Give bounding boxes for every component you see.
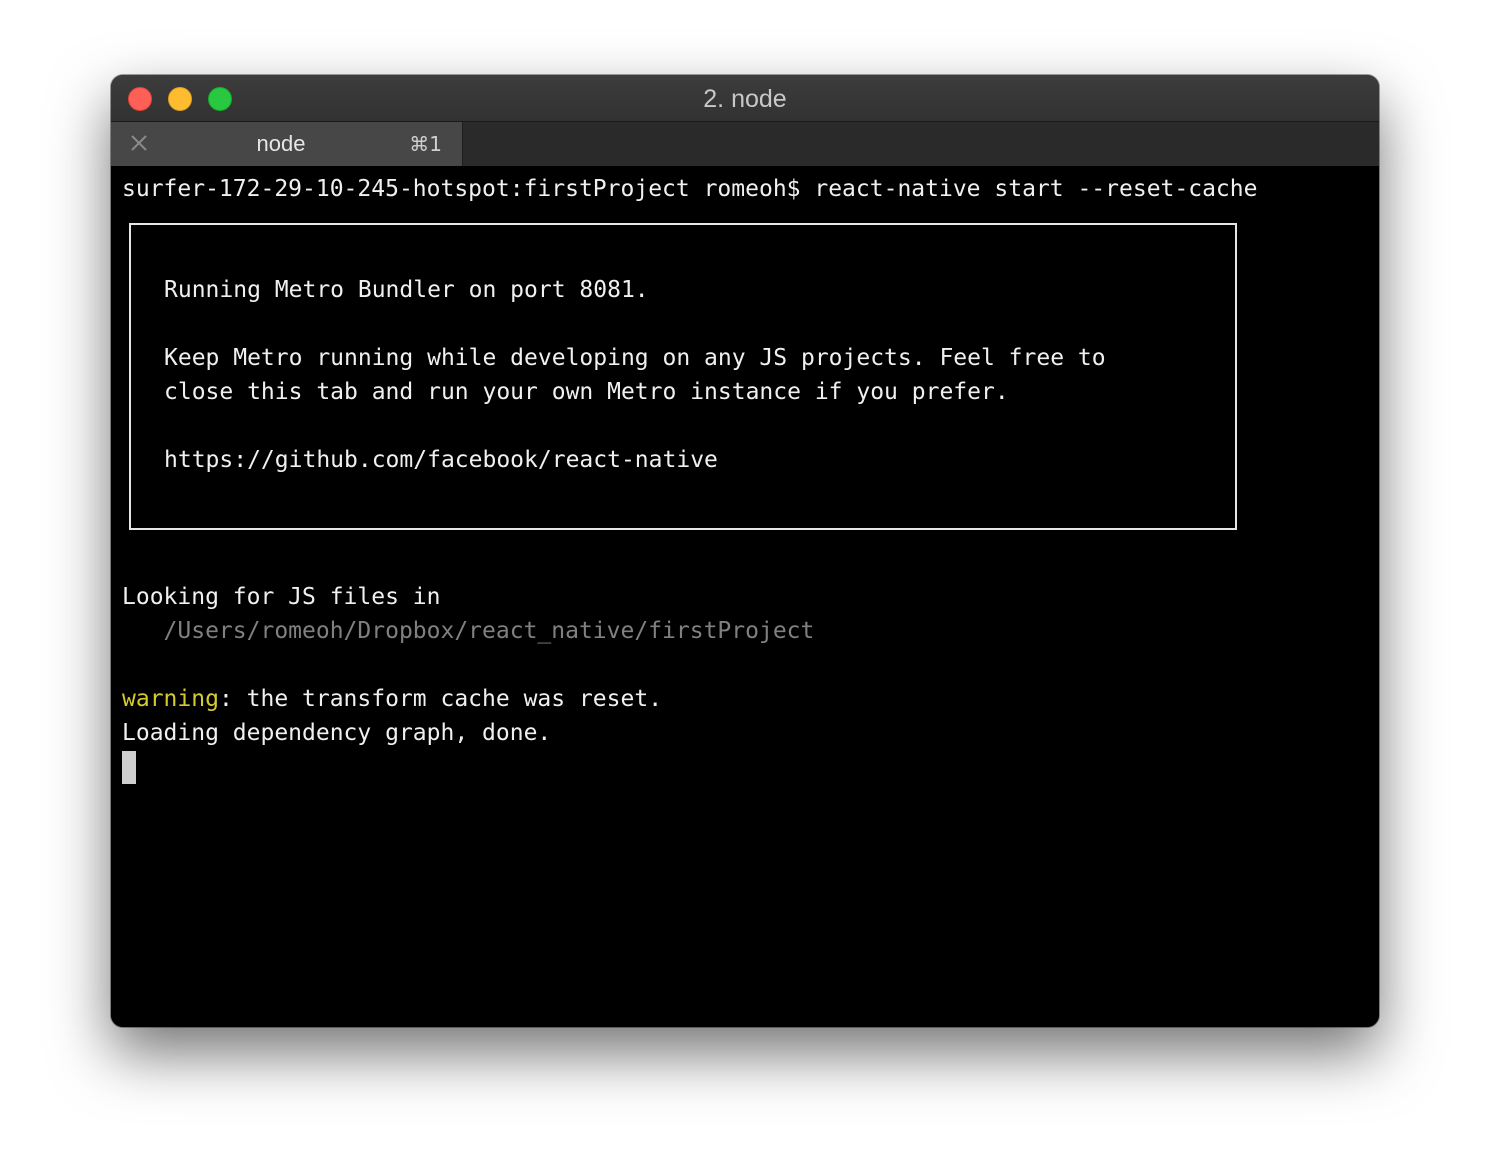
window-title: 2. node — [703, 85, 787, 113]
terminal-cursor — [122, 751, 136, 784]
loading-line: Loading dependency graph, done. — [122, 720, 552, 746]
tab-label: node — [256, 131, 306, 156]
tab-shortcut: ⌘1 — [409, 132, 442, 156]
tab-bar: node ⌘1 — [111, 121, 1379, 166]
prompt-line: surfer-172-29-10-245-hotspot:firstProjec… — [122, 176, 1258, 202]
terminal-output[interactable]: surfer-172-29-10-245-hotspot:firstProjec… — [111, 166, 1379, 1027]
warning-message: : the transform cache was reset. — [218, 686, 663, 712]
tab-node[interactable]: node ⌘1 — [111, 122, 463, 166]
metro-keep-running-line: Keep Metro running while developing on a… — [164, 345, 1106, 371]
metro-port-line: Running Metro Bundler on port 8081. — [164, 277, 649, 303]
warning-keyword: warning — [122, 686, 219, 712]
warning-line: warning: the transform cache was reset. — [122, 682, 662, 716]
looking-for-files-line: Looking for JS files in — [122, 584, 441, 610]
close-window-button[interactable] — [128, 87, 152, 111]
title-bar[interactable]: 2. node — [111, 75, 1379, 121]
project-path-line: /Users/romeoh/Dropbox/react_native/first… — [122, 618, 815, 644]
metro-url-line: https://github.com/facebook/react-native — [164, 447, 718, 473]
metro-info-box: Running Metro Bundler on port 8081. Keep… — [129, 223, 1237, 530]
zoom-window-button[interactable] — [208, 87, 232, 111]
minimize-window-button[interactable] — [168, 87, 192, 111]
metro-close-tab-line: close this tab and run your own Metro in… — [164, 379, 1009, 405]
terminal-window: 2. node node ⌘1 surfer-172-29-10-245-hot… — [111, 75, 1379, 1027]
